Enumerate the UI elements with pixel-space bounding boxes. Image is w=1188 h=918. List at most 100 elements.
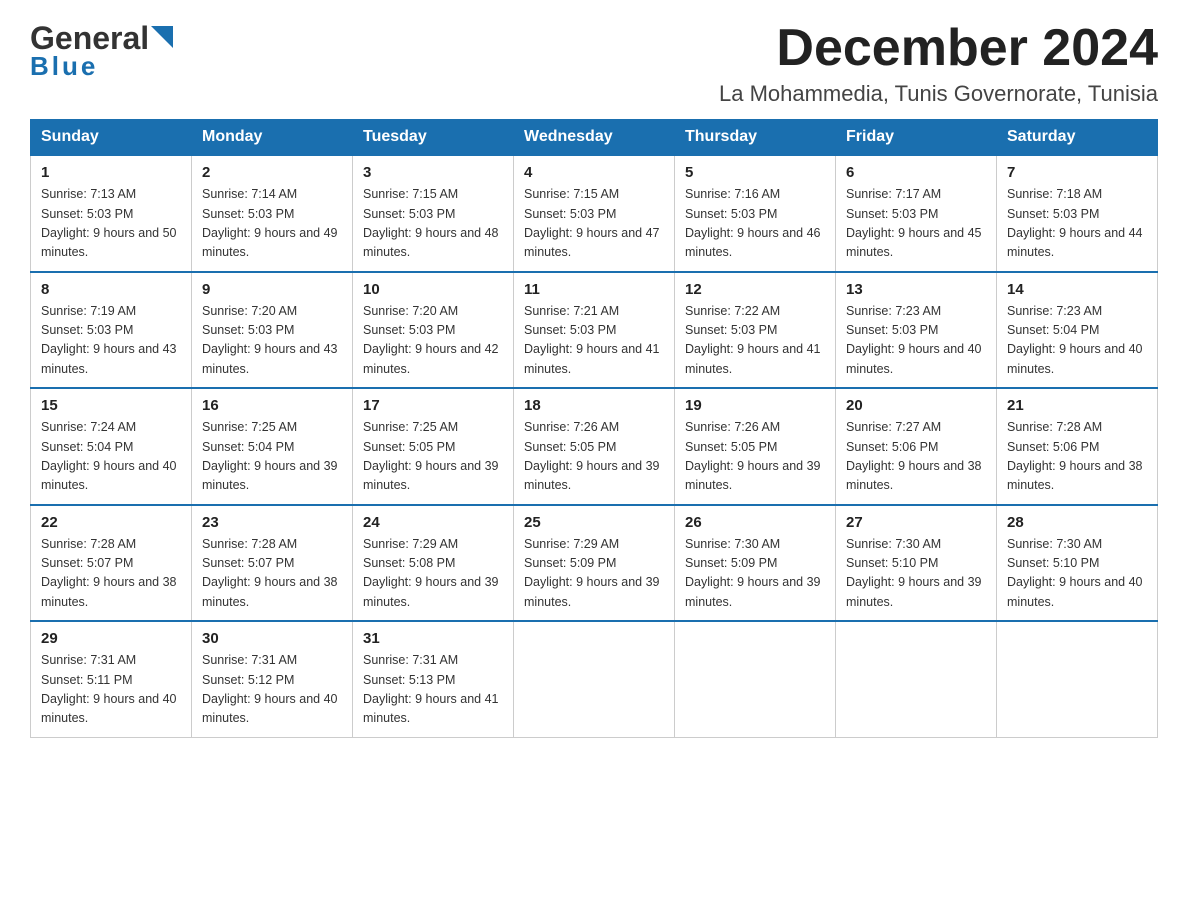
day-number: 2	[202, 164, 342, 181]
calendar-cell: 28 Sunrise: 7:30 AMSunset: 5:10 PMDaylig…	[997, 505, 1158, 622]
day-info: Sunrise: 7:23 AMSunset: 5:04 PMDaylight:…	[1007, 302, 1147, 380]
day-number: 9	[202, 281, 342, 298]
calendar-cell: 4 Sunrise: 7:15 AMSunset: 5:03 PMDayligh…	[514, 155, 675, 272]
calendar-cell: 23 Sunrise: 7:28 AMSunset: 5:07 PMDaylig…	[192, 505, 353, 622]
day-number: 8	[41, 281, 181, 298]
calendar-cell: 5 Sunrise: 7:16 AMSunset: 5:03 PMDayligh…	[675, 155, 836, 272]
day-number: 18	[524, 397, 664, 414]
day-number: 28	[1007, 514, 1147, 531]
calendar-header-thursday: Thursday	[675, 120, 836, 156]
day-info: Sunrise: 7:24 AMSunset: 5:04 PMDaylight:…	[41, 418, 181, 496]
calendar-cell: 10 Sunrise: 7:20 AMSunset: 5:03 PMDaylig…	[353, 272, 514, 389]
calendar-cell: 8 Sunrise: 7:19 AMSunset: 5:03 PMDayligh…	[31, 272, 192, 389]
day-number: 10	[363, 281, 503, 298]
day-number: 3	[363, 164, 503, 181]
calendar-cell	[514, 621, 675, 737]
page-header: General Blue December 2024 La Mohammedia…	[30, 20, 1158, 107]
day-number: 22	[41, 514, 181, 531]
day-info: Sunrise: 7:23 AMSunset: 5:03 PMDaylight:…	[846, 302, 986, 380]
calendar-cell: 9 Sunrise: 7:20 AMSunset: 5:03 PMDayligh…	[192, 272, 353, 389]
calendar-cell: 30 Sunrise: 7:31 AMSunset: 5:12 PMDaylig…	[192, 621, 353, 737]
day-info: Sunrise: 7:25 AMSunset: 5:04 PMDaylight:…	[202, 418, 342, 496]
calendar-header-sunday: Sunday	[31, 120, 192, 156]
day-number: 31	[363, 630, 503, 647]
day-number: 19	[685, 397, 825, 414]
calendar-cell: 24 Sunrise: 7:29 AMSunset: 5:08 PMDaylig…	[353, 505, 514, 622]
day-info: Sunrise: 7:14 AMSunset: 5:03 PMDaylight:…	[202, 185, 342, 263]
day-info: Sunrise: 7:19 AMSunset: 5:03 PMDaylight:…	[41, 302, 181, 380]
day-number: 27	[846, 514, 986, 531]
day-info: Sunrise: 7:30 AMSunset: 5:09 PMDaylight:…	[685, 535, 825, 613]
day-info: Sunrise: 7:31 AMSunset: 5:13 PMDaylight:…	[363, 651, 503, 729]
calendar-header-wednesday: Wednesday	[514, 120, 675, 156]
day-info: Sunrise: 7:28 AMSunset: 5:07 PMDaylight:…	[41, 535, 181, 613]
day-info: Sunrise: 7:20 AMSunset: 5:03 PMDaylight:…	[363, 302, 503, 380]
calendar-cell: 22 Sunrise: 7:28 AMSunset: 5:07 PMDaylig…	[31, 505, 192, 622]
calendar-cell: 27 Sunrise: 7:30 AMSunset: 5:10 PMDaylig…	[836, 505, 997, 622]
day-number: 24	[363, 514, 503, 531]
calendar-cell: 18 Sunrise: 7:26 AMSunset: 5:05 PMDaylig…	[514, 388, 675, 505]
calendar-week-3: 15 Sunrise: 7:24 AMSunset: 5:04 PMDaylig…	[31, 388, 1158, 505]
calendar-header-row: SundayMondayTuesdayWednesdayThursdayFrid…	[31, 120, 1158, 156]
day-number: 17	[363, 397, 503, 414]
day-number: 16	[202, 397, 342, 414]
day-number: 23	[202, 514, 342, 531]
calendar-header-monday: Monday	[192, 120, 353, 156]
day-number: 4	[524, 164, 664, 181]
calendar-cell: 20 Sunrise: 7:27 AMSunset: 5:06 PMDaylig…	[836, 388, 997, 505]
calendar-cell: 17 Sunrise: 7:25 AMSunset: 5:05 PMDaylig…	[353, 388, 514, 505]
calendar-week-2: 8 Sunrise: 7:19 AMSunset: 5:03 PMDayligh…	[31, 272, 1158, 389]
calendar-cell: 12 Sunrise: 7:22 AMSunset: 5:03 PMDaylig…	[675, 272, 836, 389]
calendar-cell	[997, 621, 1158, 737]
calendar-cell: 31 Sunrise: 7:31 AMSunset: 5:13 PMDaylig…	[353, 621, 514, 737]
day-info: Sunrise: 7:28 AMSunset: 5:06 PMDaylight:…	[1007, 418, 1147, 496]
month-title: December 2024	[719, 20, 1158, 77]
day-number: 13	[846, 281, 986, 298]
calendar-cell: 11 Sunrise: 7:21 AMSunset: 5:03 PMDaylig…	[514, 272, 675, 389]
calendar-cell	[836, 621, 997, 737]
calendar-cell: 14 Sunrise: 7:23 AMSunset: 5:04 PMDaylig…	[997, 272, 1158, 389]
day-info: Sunrise: 7:15 AMSunset: 5:03 PMDaylight:…	[524, 185, 664, 263]
calendar-week-5: 29 Sunrise: 7:31 AMSunset: 5:11 PMDaylig…	[31, 621, 1158, 737]
day-info: Sunrise: 7:31 AMSunset: 5:12 PMDaylight:…	[202, 651, 342, 729]
day-info: Sunrise: 7:22 AMSunset: 5:03 PMDaylight:…	[685, 302, 825, 380]
day-info: Sunrise: 7:28 AMSunset: 5:07 PMDaylight:…	[202, 535, 342, 613]
calendar-cell: 6 Sunrise: 7:17 AMSunset: 5:03 PMDayligh…	[836, 155, 997, 272]
calendar-cell: 25 Sunrise: 7:29 AMSunset: 5:09 PMDaylig…	[514, 505, 675, 622]
calendar-cell: 29 Sunrise: 7:31 AMSunset: 5:11 PMDaylig…	[31, 621, 192, 737]
calendar-header-tuesday: Tuesday	[353, 120, 514, 156]
day-number: 5	[685, 164, 825, 181]
day-number: 25	[524, 514, 664, 531]
day-number: 11	[524, 281, 664, 298]
day-info: Sunrise: 7:17 AMSunset: 5:03 PMDaylight:…	[846, 185, 986, 263]
day-info: Sunrise: 7:15 AMSunset: 5:03 PMDaylight:…	[363, 185, 503, 263]
calendar-cell: 2 Sunrise: 7:14 AMSunset: 5:03 PMDayligh…	[192, 155, 353, 272]
day-info: Sunrise: 7:18 AMSunset: 5:03 PMDaylight:…	[1007, 185, 1147, 263]
logo-triangle-icon	[151, 26, 173, 48]
day-info: Sunrise: 7:29 AMSunset: 5:09 PMDaylight:…	[524, 535, 664, 613]
day-info: Sunrise: 7:16 AMSunset: 5:03 PMDaylight:…	[685, 185, 825, 263]
day-info: Sunrise: 7:30 AMSunset: 5:10 PMDaylight:…	[846, 535, 986, 613]
day-number: 7	[1007, 164, 1147, 181]
calendar-cell: 21 Sunrise: 7:28 AMSunset: 5:06 PMDaylig…	[997, 388, 1158, 505]
title-section: December 2024 La Mohammedia, Tunis Gover…	[719, 20, 1158, 107]
calendar-cell: 7 Sunrise: 7:18 AMSunset: 5:03 PMDayligh…	[997, 155, 1158, 272]
day-number: 21	[1007, 397, 1147, 414]
calendar-table: SundayMondayTuesdayWednesdayThursdayFrid…	[30, 119, 1158, 738]
calendar-cell: 1 Sunrise: 7:13 AMSunset: 5:03 PMDayligh…	[31, 155, 192, 272]
day-info: Sunrise: 7:26 AMSunset: 5:05 PMDaylight:…	[524, 418, 664, 496]
day-number: 15	[41, 397, 181, 414]
day-info: Sunrise: 7:30 AMSunset: 5:10 PMDaylight:…	[1007, 535, 1147, 613]
day-number: 30	[202, 630, 342, 647]
calendar-cell: 3 Sunrise: 7:15 AMSunset: 5:03 PMDayligh…	[353, 155, 514, 272]
day-info: Sunrise: 7:29 AMSunset: 5:08 PMDaylight:…	[363, 535, 503, 613]
calendar-header-friday: Friday	[836, 120, 997, 156]
calendar-week-4: 22 Sunrise: 7:28 AMSunset: 5:07 PMDaylig…	[31, 505, 1158, 622]
calendar-cell: 15 Sunrise: 7:24 AMSunset: 5:04 PMDaylig…	[31, 388, 192, 505]
day-number: 1	[41, 164, 181, 181]
calendar-week-1: 1 Sunrise: 7:13 AMSunset: 5:03 PMDayligh…	[31, 155, 1158, 272]
day-number: 12	[685, 281, 825, 298]
day-info: Sunrise: 7:13 AMSunset: 5:03 PMDaylight:…	[41, 185, 181, 263]
day-number: 29	[41, 630, 181, 647]
calendar-header-saturday: Saturday	[997, 120, 1158, 156]
